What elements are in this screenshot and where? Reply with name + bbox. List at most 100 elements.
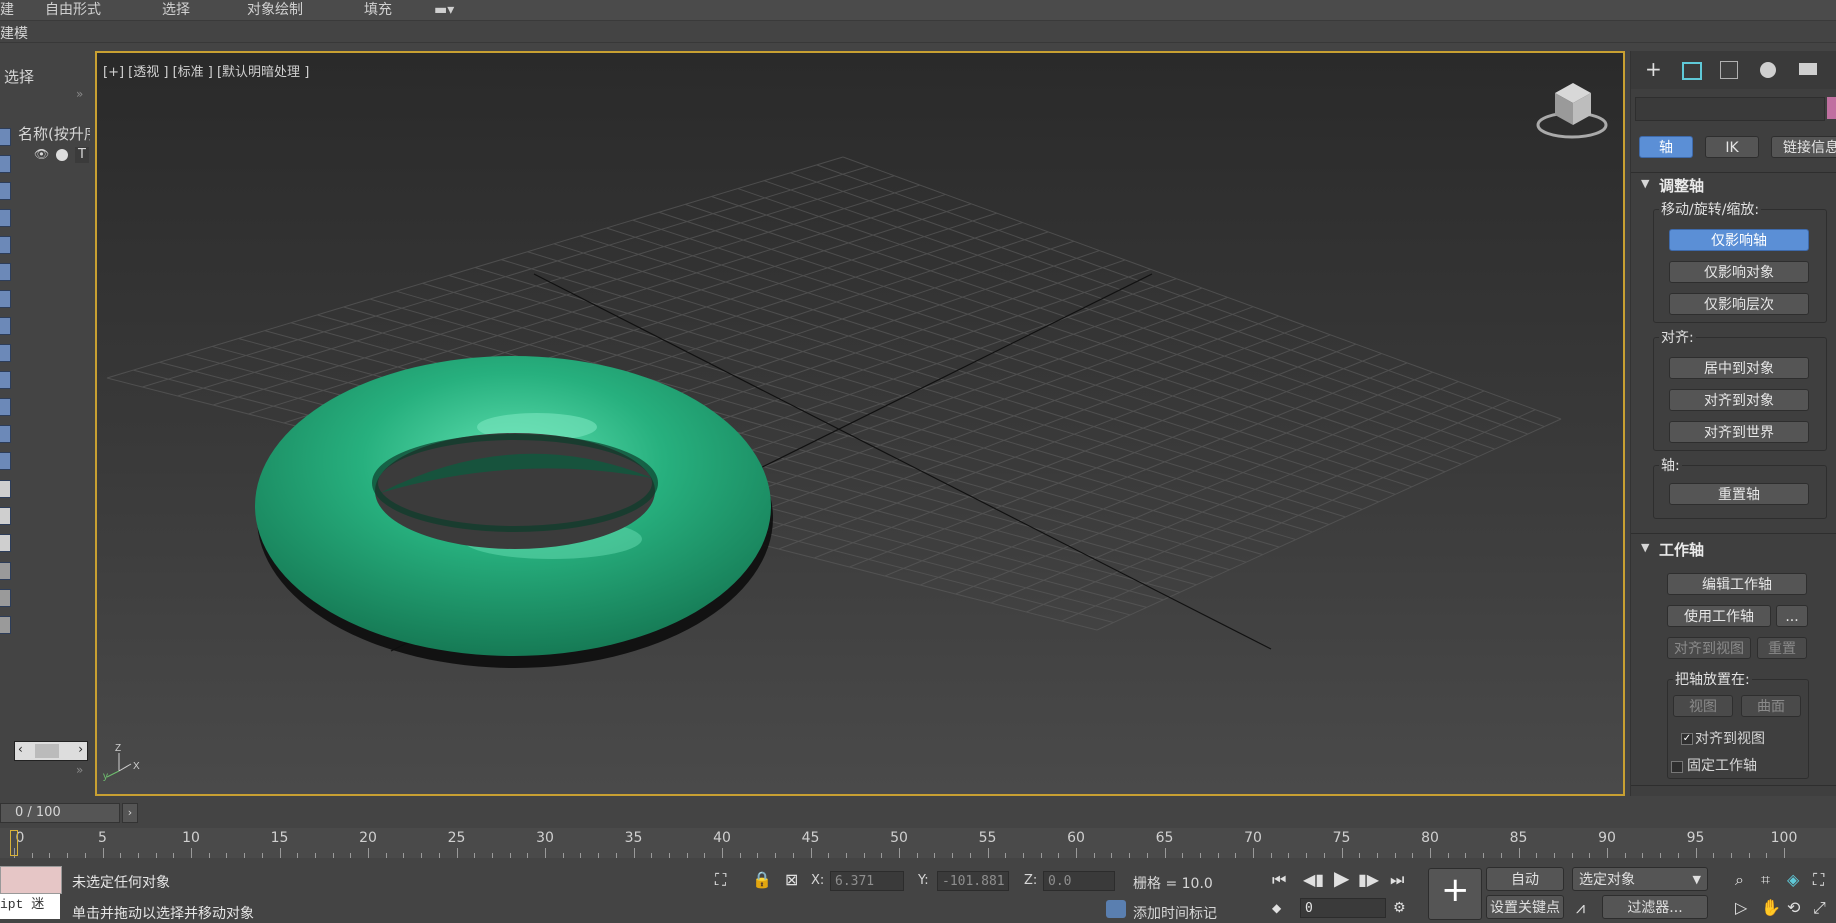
maxscript-listener[interactable] [0,866,62,894]
set-key-button[interactable]: 设置关键点 [1486,895,1564,919]
key-tangent-icon[interactable]: ⩘ [1576,900,1585,916]
place-view-button[interactable]: 视图 [1673,695,1733,717]
go-to-end-icon[interactable]: ⏭ [1390,872,1404,888]
working-pivot-reset-button[interactable]: 重置 [1757,637,1807,659]
name-column-header[interactable]: 名称(按升序) [18,123,90,144]
perspective-viewport[interactable]: [+] [透视 ] [标准 ] [默认明暗处理 ] Z X y [95,51,1625,796]
display-xrefs-icon[interactable] [0,344,11,362]
hierarchy-icon[interactable] [1720,61,1738,79]
display-none-toggle-icon[interactable] [0,507,11,525]
zoom-extents-all-icon[interactable]: ⛶ [1813,872,1824,888]
rollout-collapse-icon[interactable]: ▼ [1641,177,1649,190]
affect-pivot-only-button[interactable]: 仅影响轴 [1669,229,1809,251]
object-color-swatch[interactable] [1827,97,1836,119]
next-frame-arrow-icon[interactable]: › [122,803,138,823]
x-coord-field[interactable]: 6.371 [830,871,904,891]
affect-object-only-button[interactable]: 仅影响对象 [1669,261,1809,283]
display-hidden-icon[interactable] [0,452,11,470]
display-icon[interactable] [1799,63,1817,75]
working-pivot-more-button[interactable]: ... [1776,605,1808,627]
align-to-view-button[interactable]: 对齐到视图 [1667,637,1751,659]
collapse-arrow-icon[interactable]: » [76,763,83,777]
edit-working-pivot-button[interactable]: 编辑工作轴 [1667,573,1807,595]
menu-item-freeform[interactable]: 自由形式 [45,1,101,19]
selection-set-dropdown[interactable]: 选定对象 ▼ [1572,867,1708,891]
use-working-pivot-button[interactable]: 使用工作轴 [1667,605,1771,627]
auto-key-button[interactable]: 自动 [1486,867,1564,891]
scroll-right-icon[interactable]: › [78,742,83,756]
ribbon-options-icon[interactable]: ▬▾ [434,1,454,19]
time-slider[interactable]: 0 / 100 [0,803,120,823]
object-name-field[interactable] [1635,97,1825,121]
ribbon-tab-modeling[interactable]: 建模 [0,23,28,43]
lock-icon[interactable] [0,616,11,634]
center-to-object-button[interactable]: 居中到对象 [1669,357,1809,379]
explorer-scrollbar[interactable]: ‹ › [14,741,88,761]
go-to-start-icon[interactable]: ⏮ [1272,872,1286,888]
adjust-pivot-title[interactable]: 调整轴 [1659,175,1704,196]
track-bar[interactable]: 0 5 10 15 20 25 30 35 40 45 50 55 60 65 70 75 80 85 90 95 10… [0,828,1836,858]
fix-working-pivot-checkbox[interactable] [1671,761,1683,773]
sync-selection-icon[interactable] [0,562,11,580]
affect-hierarchy-only-button[interactable]: 仅影响层次 [1669,293,1809,315]
time-config-icon[interactable]: ⚙ [1393,900,1406,916]
filter-icon[interactable] [0,589,11,607]
pan-hand-icon[interactable]: ✋ [1761,900,1781,916]
field-of-view-icon[interactable]: ▷ [1735,900,1747,916]
maxscript-input[interactable]: ipt 迷 [0,894,60,919]
menu-item-build[interactable]: 建 [0,1,14,19]
key-filters-button[interactable]: 过滤器... [1602,895,1708,919]
explorer-row-item[interactable]: T [75,147,89,163]
maximize-viewport-icon[interactable]: ⤢ [1813,900,1826,916]
display-none-icon[interactable] [0,128,11,146]
play-icon[interactable]: ▶ [1334,868,1349,888]
zoom-extents-icon[interactable]: ◈ [1787,872,1799,888]
expand-arrow-icon[interactable]: » [76,87,83,101]
zoom-all-icon[interactable]: ⌗ [1761,872,1770,888]
time-tag-icon[interactable] [1106,900,1126,918]
add-time-tag[interactable]: 添加时间标记 [1133,903,1217,923]
timeline-current-frame-marker[interactable] [10,830,18,856]
reset-pivot-button[interactable]: 重置轴 [1669,483,1809,505]
current-frame-field[interactable]: 0 [1300,898,1386,918]
next-frame-icon[interactable]: ▮▶ [1358,872,1379,888]
scroll-left-icon[interactable]: ‹ [18,742,23,756]
motion-icon[interactable] [1760,62,1776,78]
display-invert-icon[interactable] [0,534,11,552]
orbit-icon[interactable]: ⟲ [1787,900,1800,916]
z-coord-field[interactable]: 0.0 [1043,871,1115,891]
y-coord-field[interactable]: -101.881 [937,871,1009,891]
display-groups-icon[interactable] [0,317,11,335]
align-to-object-button[interactable]: 对齐到对象 [1669,389,1809,411]
create-icon[interactable]: + [1645,59,1662,79]
visibility-eye-icon[interactable]: 👁 [34,147,49,161]
display-lights-icon[interactable] [0,209,11,227]
display-all-icon[interactable] [0,480,11,498]
align-to-world-button[interactable]: 对齐到世界 [1669,421,1809,443]
tab-link-info[interactable]: 链接信息 [1771,136,1836,158]
menu-item-object-paint[interactable]: 对象绘制 [247,1,303,19]
zoom-icon[interactable]: ⌕ [1735,872,1744,888]
display-bones-icon[interactable] [0,371,11,389]
tab-ik[interactable]: IK [1705,136,1759,158]
display-geometry-icon[interactable] [0,155,11,173]
previous-frame-icon[interactable]: ◀▮ [1303,872,1324,888]
modify-icon[interactable] [1682,62,1702,80]
place-surface-button[interactable]: 曲面 [1741,695,1801,717]
tab-pivot[interactable]: 轴 [1639,136,1693,158]
display-spacewarps-icon[interactable] [0,290,11,308]
align-to-view-checkbox[interactable]: ✓ [1681,733,1693,745]
isolate-selection-icon[interactable]: ⛶ [715,872,726,888]
rollout-collapse-icon-2[interactable]: ▼ [1641,541,1649,554]
display-containers-icon[interactable] [0,398,11,416]
set-key-icon[interactable]: + [1428,868,1482,920]
working-pivot-title[interactable]: 工作轴 [1659,539,1704,560]
display-shapes-icon[interactable] [0,182,11,200]
scroll-thumb[interactable] [35,744,59,758]
key-mode-icon[interactable]: ◆ [1272,900,1281,916]
freeze-dot-icon[interactable] [56,149,68,161]
display-frozen-icon[interactable] [0,425,11,443]
display-cameras-icon[interactable] [0,236,11,254]
absolute-mode-icon[interactable]: ⊠ [785,872,798,888]
display-helpers-icon[interactable] [0,263,11,281]
